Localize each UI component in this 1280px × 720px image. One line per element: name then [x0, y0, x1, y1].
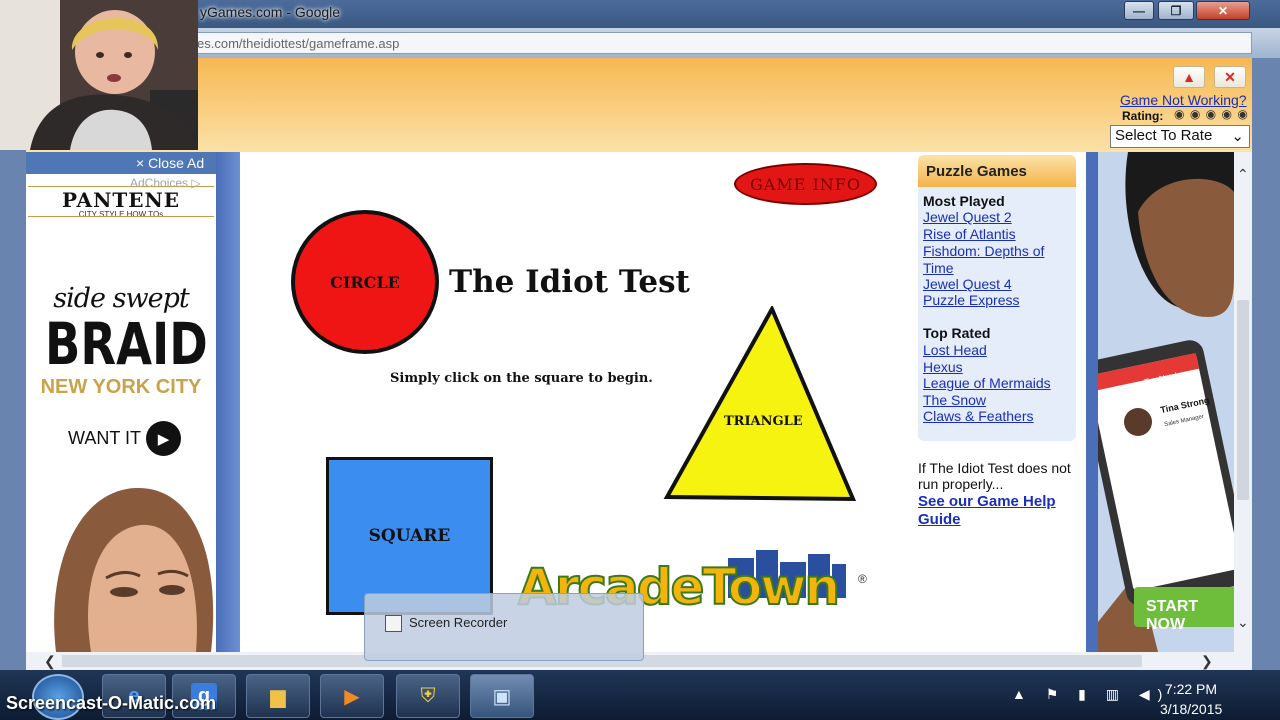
close-ad-button[interactable]: × Close Ad — [130, 152, 216, 174]
url-input[interactable]: es.com/theidiottest/gameframe.asp — [196, 32, 1252, 54]
media-player-icon[interactable]: ▶ — [320, 674, 384, 718]
ad-brand-subtitle: CITY STYLE HOW TOs — [78, 210, 164, 219]
right-advertisement[interactable]: Top Notch Tina Strong Sales Manager — [1098, 152, 1234, 652]
game-info-button[interactable]: GAME INFO — [734, 163, 877, 205]
vertical-scroll-thumb[interactable] — [1237, 300, 1249, 500]
taskbar-clock[interactable]: 7:22 PM 3/18/2015 — [1160, 679, 1222, 719]
puzzle-games-heading: Puzzle Games — [918, 155, 1076, 187]
clock-date: 3/18/2015 — [1160, 701, 1223, 717]
ad-header-strip — [26, 152, 130, 174]
rating-star-icon[interactable]: ◉ — [1237, 107, 1248, 121]
scroll-up-icon[interactable]: ⌃ — [1237, 166, 1249, 183]
game-link[interactable]: Jewel Quest 4 — [923, 276, 1012, 292]
screen-recorder-taskbar-icon[interactable]: ▣ — [470, 674, 534, 718]
most-played-heading: Most Played — [923, 193, 1005, 209]
window-title: yGames.com - Google — [200, 4, 341, 20]
square-label: SQUARE — [368, 526, 451, 546]
close-game-button[interactable]: ✕ — [1214, 66, 1246, 88]
right-ad-border — [1086, 152, 1098, 652]
window-close-button[interactable]: ✕ — [1196, 1, 1250, 20]
game-link[interactable]: League of Mermaids — [923, 375, 1051, 391]
triangle-shape[interactable] — [663, 306, 857, 502]
webcam-overlay — [0, 0, 198, 150]
circle-label: CIRCLE — [330, 272, 400, 292]
rating-stars[interactable]: ◉ ◉ ◉ ◉ ◉ — [1174, 107, 1249, 121]
play-icon[interactable]: ▶ — [146, 421, 181, 456]
game-title: The Idiot Test — [449, 264, 690, 300]
registered-mark: ® — [858, 572, 867, 586]
start-now-button[interactable]: START NOW — [1134, 587, 1234, 633]
ad-cta-text[interactable]: WANT IT — [68, 428, 141, 449]
file-explorer-icon[interactable]: ▆ — [246, 674, 310, 718]
rate-select[interactable]: Select To Rate ⌄ — [1110, 125, 1250, 148]
ad-brand: PANTENE — [61, 188, 181, 212]
triangle-label: TRIANGLE — [724, 414, 803, 429]
url-text: es.com/theidiottest/gameframe.asp — [197, 36, 400, 51]
game-not-working-link[interactable]: Game Not Working? — [1120, 92, 1247, 108]
rating-star-icon[interactable]: ◉ — [1221, 107, 1232, 121]
circle-shape[interactable]: CIRCLE — [291, 210, 439, 354]
square-shape[interactable]: SQUARE — [326, 457, 493, 615]
rating-star-icon[interactable]: ◉ — [1190, 107, 1201, 121]
game-link[interactable]: Hexus — [923, 359, 963, 375]
game-link[interactable]: Fishdom: Depths of — [923, 243, 1044, 259]
game-link[interactable]: The Snow — [923, 392, 986, 408]
scroll-down-icon[interactable]: ⌄ — [1237, 614, 1249, 631]
ad-headline-bold: BRAID — [45, 310, 208, 378]
collapse-up-button[interactable]: ▲ — [1173, 66, 1205, 88]
screen-recorder-label: Screen Recorder — [409, 615, 508, 630]
security-shield-icon[interactable]: ⛨ — [396, 674, 460, 718]
system-tray-icons[interactable]: ▲ ⚑ ▮ ▥ ◀) — [1012, 686, 1170, 703]
clock-time: 7:22 PM — [1164, 681, 1218, 697]
scroll-left-icon[interactable]: ❮ — [44, 653, 56, 670]
help-text: If The Idiot Test does not run properly.… — [918, 460, 1071, 492]
game-help-link[interactable]: See our Game Help Guide — [918, 493, 1078, 529]
ad-divider — [28, 216, 214, 217]
scroll-right-icon[interactable]: ❯ — [1201, 653, 1213, 670]
rating-star-icon[interactable]: ◉ — [1174, 107, 1185, 121]
chevron-down-icon: ⌄ — [1231, 128, 1244, 145]
rating-label: Rating: — [1122, 109, 1164, 123]
minimize-button[interactable]: — — [1124, 1, 1154, 20]
game-link[interactable]: Jewel Quest 2 — [923, 209, 1012, 225]
maximize-button[interactable]: ❐ — [1158, 1, 1194, 20]
game-link[interactable]: Time — [923, 260, 954, 276]
ad-location: NEW YORK CITY — [40, 376, 202, 398]
game-link[interactable]: Puzzle Express — [923, 292, 1019, 308]
ad-model-image — [36, 480, 216, 652]
game-instruction: Simply click on the square to begin. — [390, 371, 653, 386]
top-rated-heading: Top Rated — [923, 325, 991, 341]
game-link[interactable]: Claws & Feathers — [923, 408, 1033, 424]
rate-select-value: Select To Rate — [1115, 127, 1213, 144]
ad-divider — [28, 186, 214, 187]
screencast-watermark: Screencast-O-Matic.com — [6, 693, 217, 713]
game-frame-left-border — [216, 152, 240, 652]
rating-star-icon[interactable]: ◉ — [1206, 107, 1217, 121]
site-header: ▲ ✕ Game Not Working? Rating: ◉ ◉ ◉ ◉ ◉ … — [26, 58, 1252, 152]
game-link[interactable]: Rise of Atlantis — [923, 226, 1016, 242]
screen-recorder-icon — [385, 615, 402, 632]
game-link[interactable]: Lost Head — [923, 342, 987, 358]
